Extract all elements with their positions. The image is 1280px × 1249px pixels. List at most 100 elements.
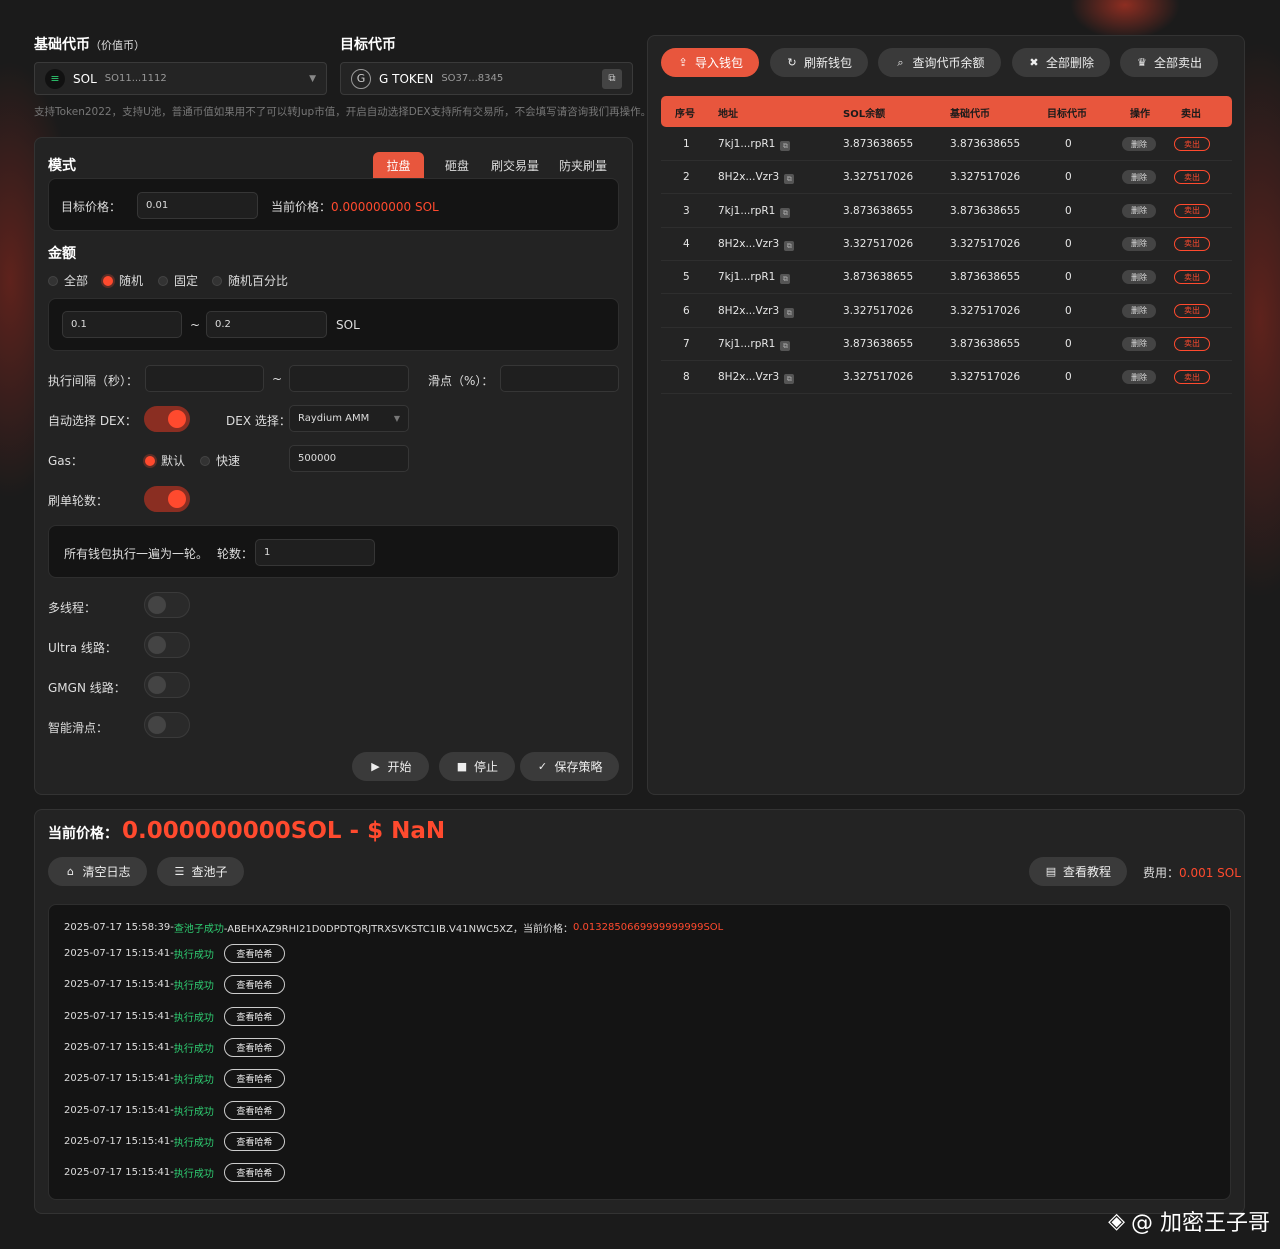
- start-button[interactable]: ▶ 开始: [352, 752, 429, 781]
- row-sell-button[interactable]: 卖出: [1174, 203, 1210, 218]
- log-time: 2025-07-17 15:15:41-: [64, 1041, 174, 1053]
- row-delete-button[interactable]: 删除: [1122, 336, 1156, 351]
- interval-max-input[interactable]: [289, 365, 409, 392]
- chevron-down-icon[interactable]: ▼: [309, 74, 316, 84]
- row-delete-button[interactable]: 删除: [1122, 203, 1156, 218]
- stop-icon: ■: [456, 760, 468, 773]
- gas-input[interactable]: 500000: [289, 445, 409, 472]
- row-delete-button[interactable]: 删除: [1122, 270, 1156, 285]
- log-line: 2025-07-17 15:15:41- 执行成功 查看哈希: [64, 1131, 285, 1151]
- amount-min-input[interactable]: 0.1: [62, 311, 182, 338]
- view-hash-button[interactable]: 查看哈希: [223, 1163, 285, 1183]
- row-sell-button[interactable]: 卖出: [1174, 170, 1210, 185]
- base-token-address: SO11...1112: [104, 73, 167, 84]
- auto-dex-toggle[interactable]: [144, 406, 190, 432]
- row-address: 7kj1...rpR1 ⧉: [718, 338, 791, 351]
- row-address: 7kj1...rpR1 ⧉: [718, 205, 791, 218]
- check-pool-button[interactable]: ☰ 查池子: [157, 857, 244, 886]
- copy-icon[interactable]: ⧉: [780, 141, 791, 151]
- radio-fixed[interactable]: 固定: [158, 272, 198, 289]
- book-icon: ▤: [1045, 865, 1057, 878]
- interval-min-input[interactable]: [145, 365, 264, 392]
- row-sell-button[interactable]: 卖出: [1174, 137, 1210, 151]
- copy-icon[interactable]: ⧉: [784, 307, 795, 318]
- col-sol-balance: SOL余额: [843, 109, 886, 120]
- delete-all-button[interactable]: ✖ 全部删除: [1012, 48, 1110, 77]
- amount-max-input[interactable]: 0.2: [206, 311, 327, 338]
- database-icon: ☰: [174, 865, 185, 878]
- copy-icon[interactable]: ⧉: [602, 68, 622, 89]
- copy-icon[interactable]: ⧉: [784, 240, 795, 251]
- table-row: 5 7kj1...rpR1 ⧉ 3.873638655 3.873638655 0 删除 卖出: [661, 261, 1232, 295]
- radio-random-percent[interactable]: 随机百分比: [212, 272, 288, 289]
- check-pool-label: 查池子: [191, 865, 228, 879]
- dex-select[interactable]: Raydium AMM ▼: [289, 405, 409, 432]
- view-hash-button[interactable]: 查看哈希: [223, 1037, 285, 1057]
- save-strategy-label: 保存策略: [554, 760, 603, 774]
- row-delete-button[interactable]: 删除: [1122, 303, 1156, 318]
- import-wallet-button[interactable]: ⇪ 导入钱包: [661, 48, 759, 77]
- radio-gas-default[interactable]: 默认: [145, 452, 185, 469]
- tab-volume[interactable]: 刷交易量: [485, 152, 545, 178]
- radio-gas-fast[interactable]: 快速: [200, 452, 240, 469]
- toggle-knob: [148, 676, 166, 694]
- slippage-input[interactable]: [500, 365, 619, 392]
- rounds-toggle[interactable]: [144, 486, 190, 512]
- tab-pump[interactable]: 拉盘: [373, 152, 424, 178]
- sell-all-button[interactable]: ♛ 全部卖出: [1120, 48, 1218, 77]
- amount-tilde: ~: [190, 318, 201, 332]
- row-sell-button[interactable]: 卖出: [1174, 270, 1210, 285]
- watermark-text: @ 加密王子哥: [1131, 1211, 1270, 1236]
- row-sol-balance: 3.327517026: [843, 237, 914, 250]
- row-sol-balance: 3.327517026: [843, 371, 914, 384]
- tab-dump[interactable]: 砸盘: [438, 152, 476, 178]
- row-sell-button[interactable]: 卖出: [1174, 370, 1210, 385]
- broom-icon: ⌂: [66, 865, 74, 878]
- row-delete-button[interactable]: 删除: [1122, 236, 1156, 251]
- refresh-wallet-button[interactable]: ↻ 刷新钱包: [770, 48, 868, 77]
- tutorial-button[interactable]: ▤ 查看教程: [1029, 857, 1127, 886]
- stop-button[interactable]: ■ 停止: [439, 752, 515, 781]
- smart-slippage-toggle[interactable]: [144, 712, 190, 738]
- radio-all[interactable]: 全部: [48, 272, 88, 289]
- row-delete-button[interactable]: 删除: [1122, 170, 1156, 185]
- rounds-desc: 所有钱包执行一遍为一轮。: [64, 547, 209, 561]
- row-no: 2: [683, 171, 690, 184]
- view-hash-button[interactable]: 查看哈希: [223, 944, 285, 963]
- view-hash-button[interactable]: 查看哈希: [223, 975, 285, 995]
- save-strategy-button[interactable]: ✓ 保存策略: [520, 752, 619, 781]
- target-token-input[interactable]: G G TOKEN SO37...8345 ⧉: [340, 62, 633, 95]
- base-token-select[interactable]: ≡ SOL SO11...1112 ▼: [34, 62, 327, 95]
- row-sell-button[interactable]: 卖出: [1174, 236, 1210, 251]
- clear-log-button[interactable]: ⌂ 清空日志: [48, 857, 147, 886]
- gmgn-toggle[interactable]: [144, 672, 190, 698]
- radio-random[interactable]: 随机: [103, 272, 143, 289]
- row-sell-button[interactable]: 卖出: [1174, 303, 1210, 318]
- log-line-pool: 2025-07-17 15:58:39- 查池子成功 -ABEHXAZ9RHI21D…: [64, 920, 723, 935]
- copy-icon[interactable]: ⧉: [780, 340, 791, 351]
- ultra-toggle[interactable]: [144, 632, 190, 658]
- row-delete-button[interactable]: 删除: [1122, 370, 1156, 385]
- view-hash-button[interactable]: 查看哈希: [223, 1069, 285, 1089]
- query-balance-button[interactable]: ⌕ 查询代币余额: [878, 48, 1001, 77]
- copy-icon[interactable]: ⧉: [784, 174, 795, 185]
- log-status: 执行成功: [173, 1106, 214, 1118]
- view-hash-button[interactable]: 查看哈希: [223, 1131, 285, 1151]
- target-price-input[interactable]: 0.01: [137, 192, 258, 219]
- row-delete-button[interactable]: 删除: [1122, 137, 1156, 151]
- view-hash-button[interactable]: 查看哈希: [223, 1006, 285, 1026]
- copy-icon[interactable]: ⧉: [780, 274, 791, 285]
- refresh-wallet-label: 刷新钱包: [803, 56, 852, 70]
- row-target-balance: 0: [1065, 138, 1072, 150]
- copy-icon[interactable]: ⧉: [780, 207, 791, 218]
- rounds-count-input[interactable]: 1: [255, 539, 375, 566]
- row-no: 4: [683, 237, 690, 250]
- multithread-toggle[interactable]: [144, 592, 190, 618]
- view-hash-button[interactable]: 查看哈希: [223, 1100, 285, 1120]
- radio-random-label: 随机: [119, 274, 144, 288]
- row-address: 8H2x...Vzr3 ⧉: [718, 238, 795, 251]
- row-sell-button[interactable]: 卖出: [1174, 336, 1210, 351]
- tab-anti-mev[interactable]: 防夹刷量: [553, 152, 613, 178]
- copy-icon[interactable]: ⧉: [784, 374, 795, 385]
- toggle-knob: [168, 410, 186, 428]
